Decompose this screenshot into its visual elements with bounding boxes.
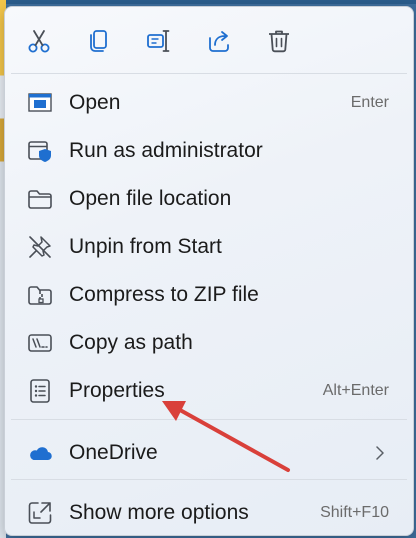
shield-admin-icon bbox=[27, 138, 53, 164]
menu-item-onedrive[interactable]: OneDrive bbox=[15, 431, 403, 475]
toolbar-separator bbox=[11, 73, 407, 74]
share-icon bbox=[209, 31, 229, 52]
copy-path-icon bbox=[27, 330, 53, 356]
menu-item-label: Open file location bbox=[69, 187, 232, 210]
menu-item-label: Open bbox=[69, 91, 121, 114]
menu-item-label: Properties bbox=[69, 379, 165, 402]
context-menu: Open Enter Run as administrator Open fil… bbox=[4, 6, 414, 536]
menu-item-label: OneDrive bbox=[69, 441, 158, 464]
cloud-icon bbox=[27, 440, 53, 466]
zip-folder-icon bbox=[27, 282, 53, 308]
menu-item-shortcut: Enter bbox=[350, 94, 389, 111]
cut-button[interactable] bbox=[19, 21, 59, 61]
menu-item-label: Run as administrator bbox=[69, 139, 263, 162]
open-app-icon bbox=[27, 90, 53, 116]
chevron-right-icon bbox=[376, 446, 384, 460]
menu-item-shortcut: Shift+F10 bbox=[320, 504, 389, 521]
folder-icon bbox=[27, 186, 53, 212]
menu-item-open[interactable]: Open Enter bbox=[15, 81, 403, 125]
menu-item-unpin-from-start[interactable]: Unpin from Start bbox=[15, 225, 403, 269]
quick-actions-toolbar bbox=[5, 7, 413, 73]
menu-item-run-as-administrator[interactable]: Run as administrator bbox=[15, 129, 403, 173]
rename-icon bbox=[147, 30, 170, 52]
menu-separator bbox=[11, 419, 407, 420]
menu-item-copy-as-path[interactable]: Copy as path bbox=[15, 321, 403, 365]
menu-item-open-file-location[interactable]: Open file location bbox=[15, 177, 403, 221]
menu-item-label: Show more options bbox=[69, 501, 249, 524]
delete-button[interactable] bbox=[259, 21, 299, 61]
share-button[interactable] bbox=[199, 21, 239, 61]
cut-icon bbox=[28, 30, 50, 53]
menu-item-properties[interactable]: Properties Alt+Enter bbox=[15, 369, 403, 413]
menu-item-label: Unpin from Start bbox=[69, 235, 222, 258]
unpin-icon bbox=[27, 234, 53, 260]
rename-button[interactable] bbox=[139, 21, 179, 61]
menu-item-label: Copy as path bbox=[69, 331, 193, 354]
menu-item-shortcut: Alt+Enter bbox=[322, 382, 389, 399]
copy-button[interactable] bbox=[79, 21, 119, 61]
menu-item-show-more-options[interactable]: Show more options Shift+F10 bbox=[15, 491, 403, 535]
show-more-icon bbox=[27, 500, 53, 526]
delete-icon bbox=[269, 30, 289, 53]
menu-item-label: Compress to ZIP file bbox=[69, 283, 259, 306]
properties-icon bbox=[27, 378, 53, 404]
copy-icon bbox=[90, 30, 107, 52]
menu-separator-bottom bbox=[11, 479, 407, 480]
desktop-background-top bbox=[0, 0, 416, 4]
menu-item-compress-to-zip[interactable]: Compress to ZIP file bbox=[15, 273, 403, 317]
